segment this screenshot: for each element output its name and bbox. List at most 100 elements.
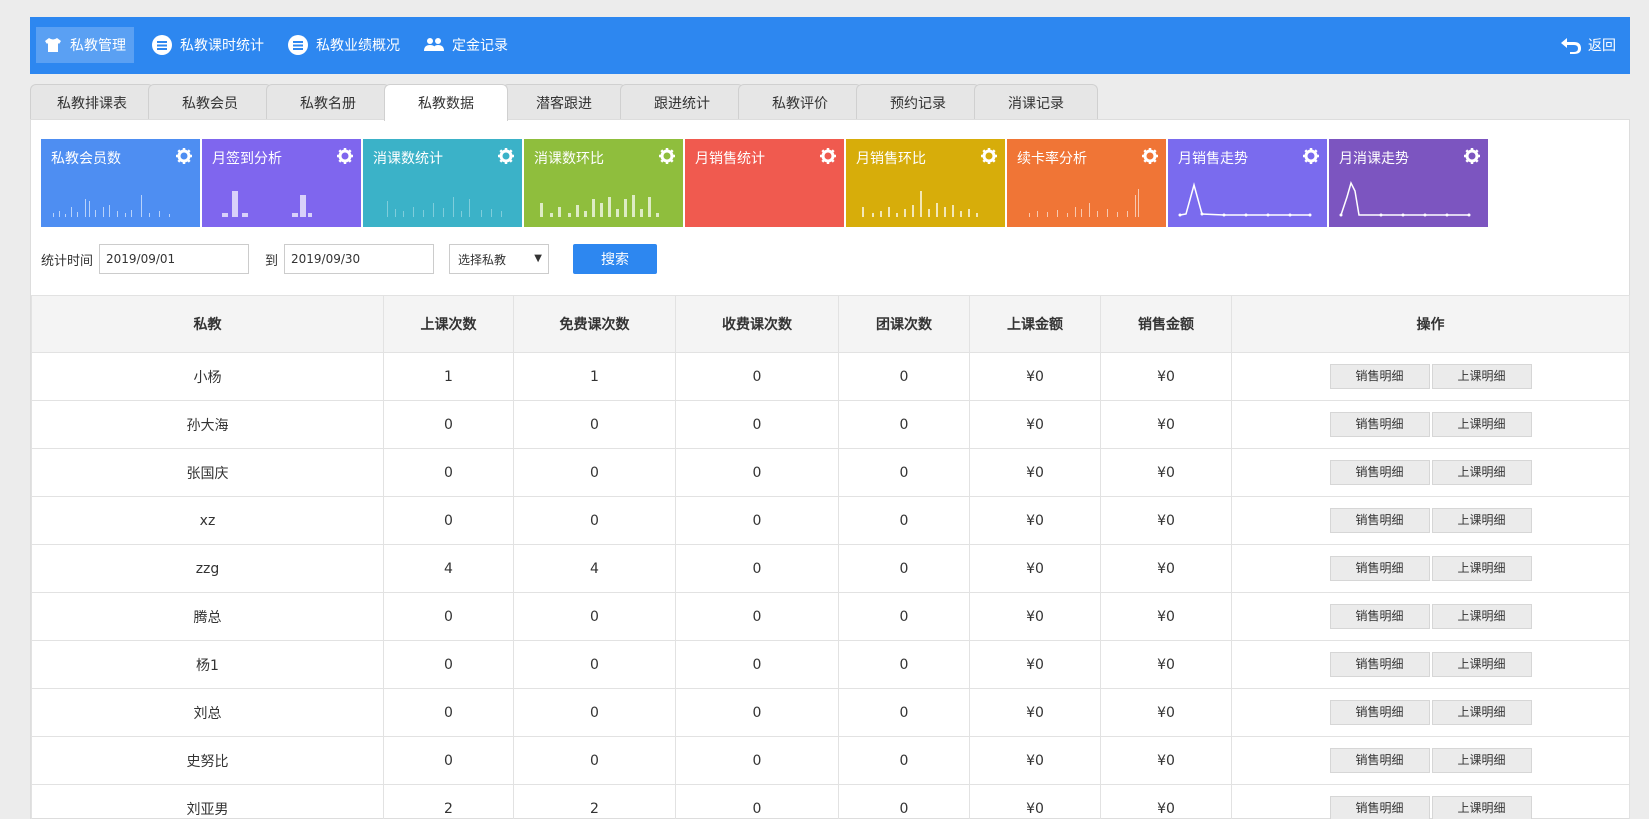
cell-class-amount: ¥0 — [969, 784, 1101, 819]
card-title: 月销售走势 — [1178, 151, 1248, 167]
cell-coach: 张国庆 — [31, 448, 384, 497]
sales-detail-button[interactable]: 销售明细 — [1329, 364, 1430, 389]
cell-sales-amount: ¥0 — [1100, 688, 1232, 737]
class-detail-button[interactable]: 上课明细 — [1431, 556, 1532, 581]
cell-class-amount: ¥0 — [969, 736, 1101, 785]
class-detail-button[interactable]: 上课明细 — [1431, 796, 1532, 819]
cell-group-class-count: 0 — [838, 400, 970, 449]
cell-paid-class-count: 0 — [675, 400, 839, 449]
table-row: 腾总 0 0 0 0 ¥0 ¥0 销售明细 上课明细 — [31, 592, 1630, 641]
gear-icon[interactable] — [176, 148, 192, 168]
table-row: 刘总 0 0 0 0 ¥0 ¥0 销售明细 上课明细 — [31, 688, 1630, 737]
sales-detail-button[interactable]: 销售明细 — [1329, 604, 1430, 629]
col-header-actions: 操作 — [1231, 295, 1630, 353]
shirt-icon — [44, 37, 62, 53]
sparkline-bars — [222, 191, 312, 217]
cell-paid-class-count: 0 — [675, 784, 839, 819]
cell-sales-amount: ¥0 — [1100, 448, 1232, 497]
card-member-count[interactable]: 私教会员数 — [41, 139, 200, 227]
tab-followup-stats[interactable]: 跟进统计 — [620, 84, 744, 120]
coach-select[interactable]: 选择私教 ▼ — [449, 244, 549, 274]
gear-icon[interactable] — [981, 148, 997, 168]
sparkline-bars — [387, 197, 502, 217]
card-title: 月销售环比 — [856, 151, 926, 167]
gear-icon[interactable] — [498, 148, 514, 168]
to-label: 到 — [265, 254, 279, 269]
cell-class-count: 0 — [383, 592, 514, 641]
col-header-sales-amount: 销售金额 — [1100, 295, 1232, 353]
class-detail-button[interactable]: 上课明细 — [1431, 652, 1532, 677]
nav-performance-overview[interactable]: 私教业绩概况 — [280, 27, 408, 63]
card-renewal-rate[interactable]: 续卡率分析 — [1007, 139, 1166, 227]
back-button[interactable]: 返回 — [1560, 27, 1616, 63]
nav-class-hours-stats[interactable]: 私教课时统计 — [144, 27, 272, 63]
tab-members[interactable]: 私教会员 — [148, 84, 272, 120]
sales-detail-button[interactable]: 销售明细 — [1329, 700, 1430, 725]
gear-icon[interactable] — [659, 148, 675, 168]
table-header-row: 私教 上课次数 免费课次数 收费课次数 团课次数 上课金额 销售金额 操作 — [31, 295, 1630, 353]
tab-bookings[interactable]: 预约记录 — [856, 84, 980, 120]
gear-icon[interactable] — [820, 148, 836, 168]
card-monthly-sales[interactable]: 月销售统计 — [685, 139, 844, 227]
col-header-class-count: 上课次数 — [383, 295, 514, 353]
class-detail-button[interactable]: 上课明细 — [1431, 460, 1532, 485]
cell-class-amount: ¥0 — [969, 592, 1101, 641]
tab-prospects[interactable]: 潜客跟进 — [502, 84, 626, 120]
cell-free-class-count: 4 — [513, 544, 676, 593]
back-arrow-icon — [1560, 36, 1582, 54]
class-detail-button[interactable]: 上课明细 — [1431, 364, 1532, 389]
cell-paid-class-count: 0 — [675, 496, 839, 545]
sales-detail-button[interactable]: 销售明细 — [1329, 460, 1430, 485]
class-detail-button[interactable]: 上课明细 — [1431, 604, 1532, 629]
class-detail-button[interactable]: 上课明细 — [1431, 748, 1532, 773]
top-navbar: 私教管理 私教课时统计 私教业绩概况 定金记录 返回 — [30, 17, 1630, 74]
start-date-input[interactable] — [99, 244, 249, 274]
tab-coach-data[interactable]: 私教数据 — [384, 84, 508, 121]
cell-coach: zzg — [31, 544, 384, 593]
gear-icon[interactable] — [1142, 148, 1158, 168]
sales-detail-button[interactable]: 销售明细 — [1329, 556, 1430, 581]
tab-roster[interactable]: 私教名册 — [266, 84, 390, 120]
card-consumption-trend[interactable]: 月消课走势 — [1329, 139, 1488, 227]
nav-deposit-records[interactable]: 定金记录 — [416, 27, 516, 63]
cell-coach: 刘亚男 — [31, 784, 384, 819]
tab-consumption-records[interactable]: 消课记录 — [974, 84, 1098, 120]
gear-icon[interactable] — [1303, 148, 1319, 168]
end-date-input[interactable] — [284, 244, 434, 274]
tab-reviews[interactable]: 私教评价 — [738, 84, 862, 120]
cell-sales-amount: ¥0 — [1100, 352, 1232, 401]
card-consumption-count[interactable]: 消课数统计 — [363, 139, 522, 227]
sales-detail-button[interactable]: 销售明细 — [1329, 748, 1430, 773]
card-sales-mom[interactable]: 月销售环比 — [846, 139, 1005, 227]
cell-class-count: 1 — [383, 352, 514, 401]
sales-detail-button[interactable]: 销售明细 — [1329, 796, 1430, 819]
cell-paid-class-count: 0 — [675, 448, 839, 497]
nav-coach-management[interactable]: 私教管理 — [36, 27, 134, 63]
nav-label: 私教课时统计 — [180, 38, 264, 54]
class-detail-button[interactable]: 上课明细 — [1431, 700, 1532, 725]
card-sales-trend[interactable]: 月销售走势 — [1168, 139, 1327, 227]
table-row: 小杨 1 1 0 0 ¥0 ¥0 销售明细 上课明细 — [31, 352, 1630, 401]
gear-icon[interactable] — [337, 148, 353, 168]
card-monthly-checkin[interactable]: 月签到分析 — [202, 139, 361, 227]
sales-detail-button[interactable]: 销售明细 — [1329, 412, 1430, 437]
cell-paid-class-count: 0 — [675, 592, 839, 641]
dropdown-arrow-icon: ▼ — [534, 253, 542, 264]
cell-sales-amount: ¥0 — [1100, 400, 1232, 449]
class-detail-button[interactable]: 上课明细 — [1431, 412, 1532, 437]
class-detail-button[interactable]: 上课明细 — [1431, 508, 1532, 533]
card-consumption-mom[interactable]: 消课数环比 — [524, 139, 683, 227]
sparkline-bars — [53, 195, 170, 217]
sales-detail-button[interactable]: 销售明细 — [1329, 652, 1430, 677]
gear-icon[interactable] — [1464, 148, 1480, 168]
cell-actions: 销售明细 上课明细 — [1231, 592, 1630, 641]
col-header-paid-class-count: 收费课次数 — [675, 295, 839, 353]
col-header-coach: 私教 — [31, 295, 384, 353]
col-header-free-class-count: 免费课次数 — [513, 295, 676, 353]
col-header-class-amount: 上课金额 — [969, 295, 1101, 353]
search-button[interactable]: 搜索 — [573, 244, 657, 274]
sales-detail-button[interactable]: 销售明细 — [1329, 508, 1430, 533]
tab-schedule[interactable]: 私教排课表 — [30, 84, 154, 120]
card-title: 续卡率分析 — [1017, 151, 1087, 167]
table-row: 刘亚男 2 2 0 0 ¥0 ¥0 销售明细 上课明细 — [31, 784, 1630, 819]
